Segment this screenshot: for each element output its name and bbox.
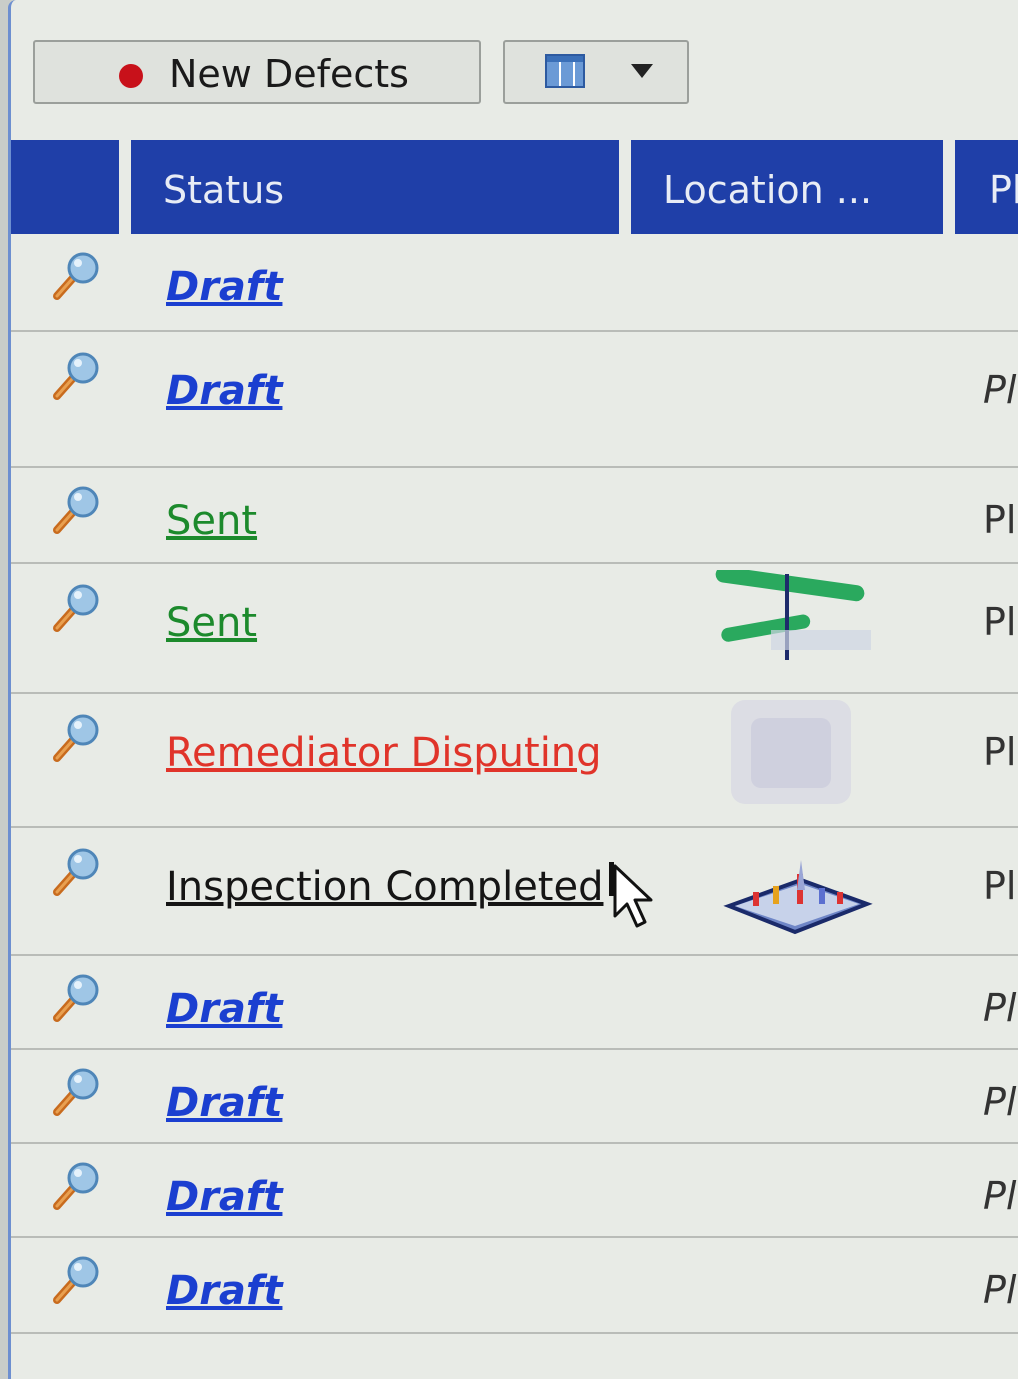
table-row[interactable]: Remediator Disputing Pl bbox=[11, 694, 1018, 828]
view-selector-button[interactable] bbox=[503, 40, 689, 104]
magnifier-icon[interactable] bbox=[47, 248, 103, 308]
column-header-plan[interactable]: Pl bbox=[955, 140, 1018, 234]
defects-panel: New Defects Status Location ... Pl Draft… bbox=[8, 0, 1018, 1379]
table-row[interactable]: Draft bbox=[11, 234, 1018, 332]
plan-cell: Pl bbox=[983, 600, 1017, 644]
status-link[interactable]: Remediator Disputing bbox=[166, 730, 602, 776]
status-link[interactable]: Draft bbox=[166, 264, 282, 310]
status-dot-icon bbox=[119, 64, 143, 88]
table-row[interactable]: Sent Pl bbox=[11, 468, 1018, 564]
status-link[interactable]: Draft bbox=[166, 368, 282, 414]
plan-cell: Pl bbox=[983, 498, 1017, 542]
table-row[interactable]: Draft Pl bbox=[11, 1144, 1018, 1238]
status-link[interactable]: Draft bbox=[166, 1174, 282, 1220]
plan-cell: Pl bbox=[983, 1080, 1017, 1124]
table-row[interactable]: Draft Pl bbox=[11, 332, 1018, 468]
new-defects-button[interactable]: New Defects bbox=[33, 40, 481, 104]
magnifier-icon[interactable] bbox=[47, 482, 103, 542]
magnifier-icon[interactable] bbox=[47, 580, 103, 640]
plan-cell: Pl bbox=[983, 368, 1017, 412]
magnifier-icon[interactable] bbox=[47, 844, 103, 904]
3d-model-thumbnail-icon[interactable] bbox=[701, 834, 881, 944]
magnifier-icon[interactable] bbox=[47, 1064, 103, 1124]
grid-view-icon bbox=[545, 54, 585, 88]
column-header-icon[interactable] bbox=[11, 140, 119, 234]
magnifier-icon[interactable] bbox=[47, 1252, 103, 1312]
plan-thumbnail-icon[interactable] bbox=[701, 566, 881, 680]
status-link[interactable]: Sent bbox=[166, 600, 257, 646]
status-link[interactable]: Draft bbox=[166, 1080, 282, 1126]
caret-down-icon[interactable] bbox=[631, 64, 653, 78]
magnifier-icon[interactable] bbox=[47, 348, 103, 408]
status-link[interactable]: Draft bbox=[166, 1268, 282, 1314]
magnifier-icon[interactable] bbox=[47, 1158, 103, 1218]
table-row[interactable]: Sent Pl bbox=[11, 564, 1018, 694]
status-link[interactable]: Draft bbox=[166, 986, 282, 1032]
toolbar: New Defects bbox=[11, 0, 1018, 128]
column-header-status[interactable]: Status bbox=[131, 140, 619, 234]
plan-cell: Pl bbox=[983, 1268, 1017, 1312]
magnifier-icon[interactable] bbox=[47, 710, 103, 770]
table-row[interactable]: Draft Pl bbox=[11, 956, 1018, 1050]
status-link[interactable]: Inspection Completed bbox=[166, 864, 603, 910]
table-row[interactable]: Draft Pl bbox=[11, 1050, 1018, 1144]
magnifier-icon[interactable] bbox=[47, 970, 103, 1030]
table-row[interactable]: Draft Pl bbox=[11, 1238, 1018, 1334]
status-link[interactable]: Sent bbox=[166, 498, 257, 544]
plan-cell: Pl bbox=[983, 730, 1017, 774]
plan-cell: Pl bbox=[983, 986, 1017, 1030]
plan-cell: Pl bbox=[983, 1174, 1017, 1218]
blurred-thumbnail-icon[interactable] bbox=[701, 700, 881, 810]
plan-cell: Pl bbox=[983, 864, 1017, 908]
new-defects-label: New Defects bbox=[169, 52, 409, 96]
column-header-location[interactable]: Location ... bbox=[631, 140, 943, 234]
mouse-cursor-icon bbox=[609, 862, 653, 928]
table-header: Status Location ... Pl bbox=[11, 140, 1018, 234]
table-row[interactable]: Inspection Completed Pl bbox=[11, 828, 1018, 956]
